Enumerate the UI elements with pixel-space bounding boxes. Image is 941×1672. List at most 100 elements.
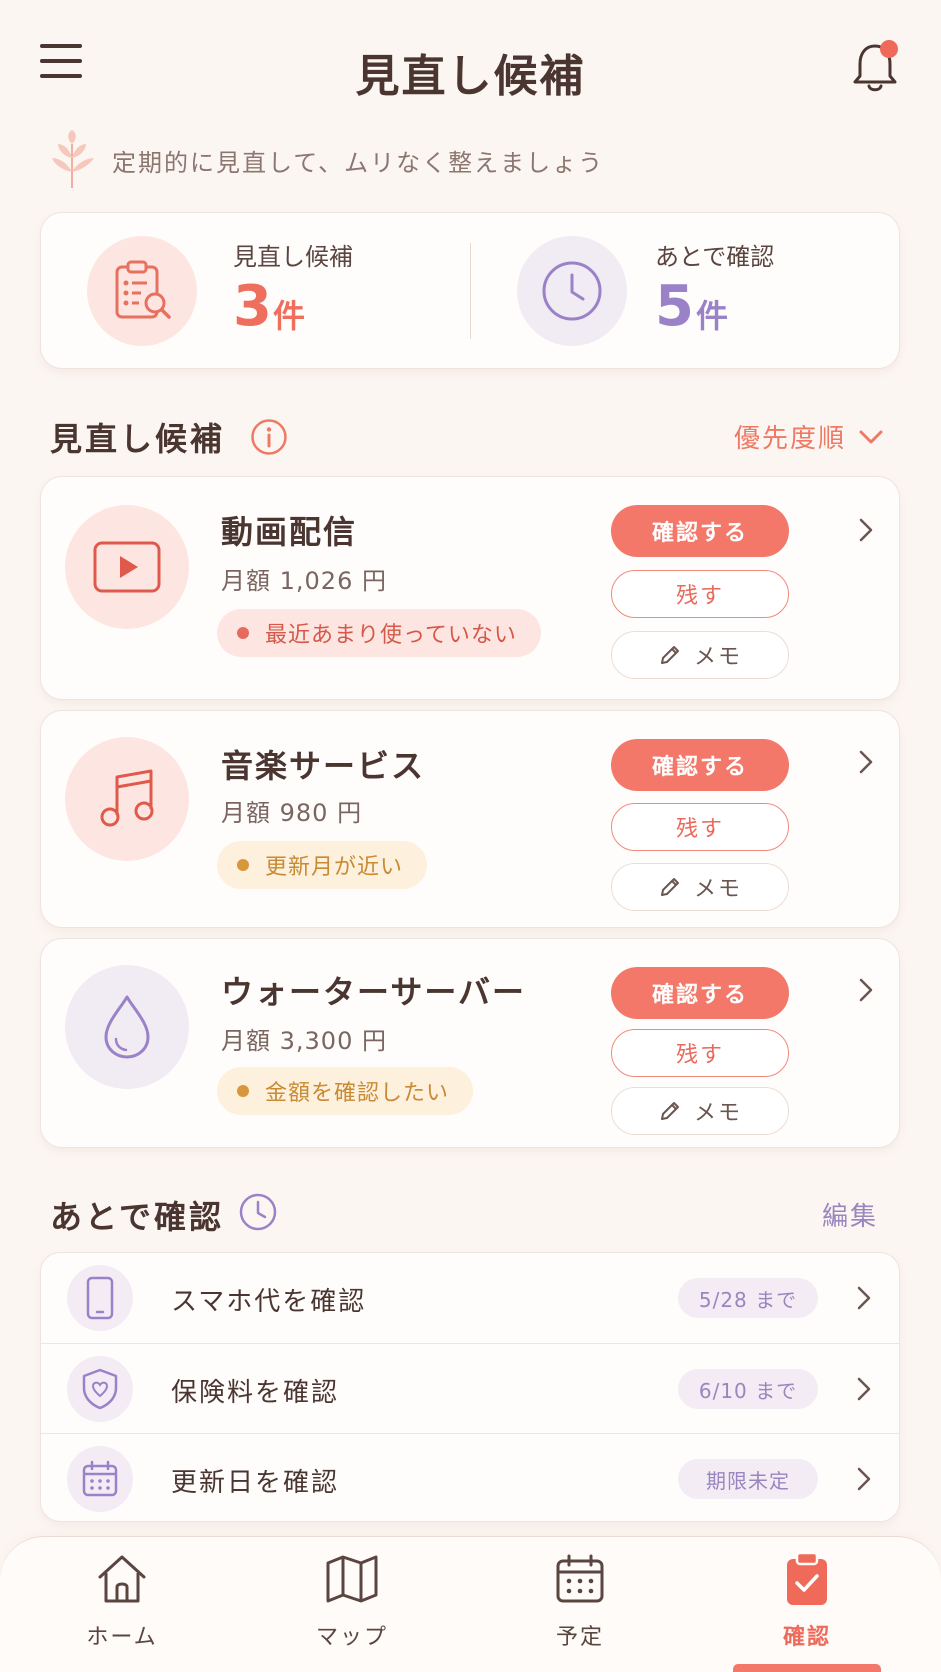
keep-button[interactable]: 残す [611, 1029, 789, 1077]
chevron-right-icon [857, 1377, 871, 1401]
memo-button[interactable]: メモ [611, 1087, 789, 1135]
candidate-name: 動画配信 [221, 513, 358, 551]
candidate-card-water[interactable]: ウォーターサーバー 月額 3,300 円 金額を確認したい 確認する 残す メモ [40, 938, 900, 1148]
memo-button[interactable]: メモ [611, 631, 789, 679]
chevron-right-icon [857, 1286, 871, 1310]
list-item[interactable]: スマホ代を確認 5/28 まで [41, 1253, 899, 1343]
due-badge: 5/28 まで [678, 1278, 818, 1318]
candidates-summary-label: 見直し候補 [233, 243, 353, 271]
memo-label: メモ [693, 1101, 742, 1126]
list-item[interactable]: 保険料を確認 6/10 まで [41, 1343, 899, 1433]
later-item-label: 更新日を確認 [171, 1468, 340, 1498]
keep-button[interactable]: 残す [611, 803, 789, 851]
candidate-price: 月額 1,026 円 [221, 567, 387, 595]
later-summary-count: 5 [655, 274, 694, 339]
nav-review[interactable]: 確認 [737, 1551, 877, 1661]
list-item[interactable]: 更新日を確認 期限未定 [41, 1433, 899, 1521]
badge-dot [237, 1085, 249, 1097]
leaf-sprig-icon [52, 130, 94, 188]
badge-text: 最近あまり使っていない [265, 623, 517, 648]
music-note-icon [100, 769, 154, 827]
later-summary-unit: 件 [696, 297, 729, 335]
map-icon [326, 1555, 378, 1603]
notification-button[interactable] [850, 40, 900, 96]
chevron-right-icon[interactable] [851, 975, 881, 1005]
confirm-button[interactable]: 確認する [611, 739, 789, 791]
chevron-right-icon [857, 1467, 871, 1491]
calendar-icon [556, 1554, 604, 1603]
badge-dot [237, 627, 249, 639]
badge-text: 更新月が近い [265, 855, 404, 880]
page-title: 見直し候補 [355, 51, 586, 102]
nav-map[interactable]: マップ [282, 1551, 422, 1661]
clock-icon [239, 1193, 277, 1231]
water-drop-icon [104, 995, 150, 1059]
chevron-right-icon[interactable] [851, 747, 881, 777]
candidate-card-music[interactable]: 音楽サービス 月額 980 円 更新月が近い 確認する 残す メモ [40, 710, 900, 928]
smartphone-icon [86, 1276, 114, 1320]
confirm-button[interactable]: 確認する [611, 967, 789, 1019]
tagline-text: 定期的に見直して、ムリなく整えましょう [112, 148, 605, 177]
memo-label: メモ [693, 645, 742, 670]
nav-label: 確認 [782, 1625, 831, 1650]
notification-dot [880, 40, 898, 58]
clock-icon [542, 261, 602, 321]
video-icon-wrap [65, 505, 189, 629]
calendar-icon [82, 1460, 118, 1497]
pencil-icon [660, 1102, 679, 1120]
nav-label: マップ [315, 1625, 388, 1650]
tagline: 定期的に見直して、ムリなく整えましょう [50, 130, 604, 190]
water-icon-wrap [65, 965, 189, 1089]
candidate-name: ウォーターサーバー [221, 973, 527, 1011]
memo-label: メモ [693, 877, 742, 902]
due-badge: 期限未定 [678, 1459, 818, 1499]
shield-icon-wrap [67, 1356, 133, 1422]
nav-label: ホーム [86, 1625, 158, 1650]
later-section-title: あとで確認 [50, 1198, 225, 1236]
chevron-down-icon [859, 430, 883, 443]
sort-label: 優先度順 [734, 424, 847, 454]
confirm-button[interactable]: 確認する [611, 505, 789, 557]
music-icon-wrap [65, 737, 189, 861]
calendar-icon-wrap [67, 1446, 133, 1512]
info-button[interactable] [250, 418, 288, 456]
later-item-label: スマホ代を確認 [171, 1287, 367, 1317]
badge-dot [237, 859, 249, 871]
candidates-summary-icon-wrap [87, 236, 197, 346]
sort-dropdown[interactable]: 優先度順 [734, 418, 884, 455]
edit-button[interactable]: 編集 [822, 1196, 878, 1233]
bottom-nav: ホーム マップ 予定 確認 [0, 1536, 941, 1672]
summary-card: 見直し候補 3 件 あとで確認 5 件 [40, 212, 900, 369]
status-badge: 金額を確認したい [217, 1067, 474, 1115]
keep-button[interactable]: 残す [611, 570, 789, 618]
shield-heart-icon [82, 1368, 118, 1410]
badge-text: 金額を確認したい [265, 1081, 450, 1106]
nav-schedule[interactable]: 予定 [510, 1551, 650, 1661]
chevron-right-icon[interactable] [851, 515, 881, 545]
later-item-label: 保険料を確認 [171, 1378, 340, 1408]
status-badge: 最近あまり使っていない [217, 609, 541, 657]
clipboard-check-icon [787, 1551, 827, 1605]
later-summary-icon-wrap [517, 236, 627, 346]
candidates-section-title: 見直し候補 [50, 420, 226, 458]
nav-home[interactable]: ホーム [52, 1551, 192, 1661]
candidates-summary-unit: 件 [273, 297, 306, 335]
pencil-icon [660, 646, 679, 664]
clipboard-search-icon [115, 260, 171, 319]
candidate-price: 月額 3,300 円 [221, 1027, 387, 1055]
nav-label: 予定 [555, 1625, 604, 1650]
status-badge: 更新月が近い [217, 841, 428, 889]
smartphone-icon-wrap [67, 1265, 133, 1331]
candidates-summary-count: 3 [233, 274, 272, 339]
memo-button[interactable]: メモ [611, 863, 789, 911]
active-tab-indicator [733, 1664, 881, 1672]
video-play-icon [93, 541, 161, 593]
candidate-card-video[interactable]: 動画配信 月額 1,026 円 最近あまり使っていない 確認する 残す メモ [40, 476, 900, 700]
summary-divider [470, 243, 471, 339]
candidate-name: 音楽サービス [221, 747, 426, 785]
home-icon [98, 1555, 146, 1603]
pencil-icon [660, 878, 679, 896]
candidate-price: 月額 980 円 [221, 799, 363, 827]
due-badge: 6/10 まで [678, 1369, 818, 1409]
later-summary-label: あとで確認 [655, 243, 775, 271]
